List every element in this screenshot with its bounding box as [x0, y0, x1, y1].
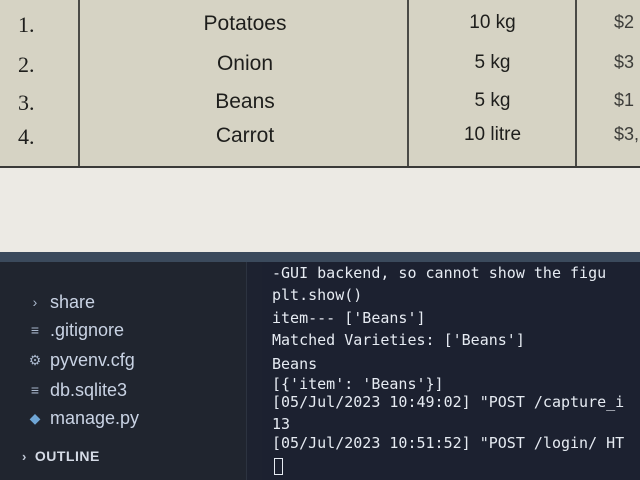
terminal-line: plt.show(): [272, 286, 363, 304]
item-price: $2: [614, 12, 635, 32]
terminal-line: item--- ['Beans']: [272, 309, 426, 327]
item-price: $1: [614, 90, 635, 110]
sidebar-item-label: share: [50, 291, 96, 312]
item-name: Potatoes: [203, 12, 287, 35]
sidebar-item-label: db.sqlite3: [50, 379, 128, 400]
document-photo: 1. Potatoes 10 kg $2 2. Onion 5 kg $3 3.…: [0, 0, 640, 252]
table-row: 3. Beans 5 kg $1: [0, 90, 640, 126]
table-row: 1. Potatoes 10 kg $2: [0, 12, 640, 48]
terminal-line: [05/Jul/2023 10:51:52] "POST /login/ HT: [272, 434, 625, 452]
item-quantity: 5 kg: [474, 52, 511, 73]
table-row: 2. Onion 5 kg $3: [0, 52, 640, 88]
terminal-line: -GUI backend, so cannot show the figu: [272, 264, 607, 282]
row-number: 3.: [18, 90, 35, 115]
item-quantity: 10 litre: [463, 124, 522, 145]
outline-label: OUTLINE: [34, 448, 100, 464]
sidebar-item-label: pyvenv.cfg: [50, 349, 135, 370]
sidebar-item-gitignore[interactable]: ≡ .gitignore: [28, 318, 124, 342]
outline-section-header[interactable]: › OUTLINE: [22, 448, 100, 464]
item-quantity: 10 kg: [469, 12, 516, 33]
row-number: 4.: [18, 124, 35, 149]
sidebar-item-share[interactable]: › share: [28, 290, 95, 314]
terminal-cursor: [274, 458, 283, 475]
row-number: 2.: [18, 52, 35, 77]
ide-top-border: [0, 252, 640, 262]
item-name: Carrot: [215, 124, 275, 147]
sidebar-item-pyvenv[interactable]: ⚙ pyvenv.cfg: [28, 348, 135, 372]
item-name: Beans: [215, 90, 275, 113]
terminal-line: Matched Varieties: ['Beans']: [272, 331, 525, 349]
item-price: $3: [614, 52, 635, 72]
table-row: 4. Carrot 10 litre $3,: [0, 124, 640, 160]
grocery-table: 1. Potatoes 10 kg $2 2. Onion 5 kg $3 3.…: [0, 0, 640, 168]
document-blank-area: [0, 168, 640, 252]
gear-icon: ⚙: [28, 351, 42, 368]
terminal-line: [{'item': 'Beans'}]: [272, 375, 444, 393]
explorer-sidebar: › share ≡ .gitignore ⚙ pyvenv.cfg ≡ db.s…: [0, 262, 247, 480]
item-name: Onion: [216, 52, 274, 75]
item-price: $3,: [614, 124, 640, 144]
chevron-right-icon: ›: [32, 294, 38, 310]
terminal-panel[interactable]: -GUI backend, so cannot show the figu pl…: [262, 262, 640, 480]
sidebar-item-manage-py[interactable]: ◆ manage.py: [28, 406, 139, 430]
terminal-line: [05/Jul/2023 10:49:02] "POST /capture_i: [272, 393, 625, 411]
lines-file-icon: ≡: [30, 322, 40, 338]
item-quantity: 5 kg: [474, 90, 511, 111]
python-icon: ◆: [29, 409, 41, 426]
sidebar-item-db-sqlite3[interactable]: ≡ db.sqlite3: [28, 378, 127, 402]
terminal-line: 13: [272, 415, 291, 433]
lines-file-icon: ≡: [30, 382, 40, 398]
sidebar-item-label: .gitignore: [50, 319, 125, 340]
terminal-line: Beans: [272, 355, 318, 373]
sidebar-item-label: manage.py: [50, 407, 140, 428]
row-number: 1.: [18, 12, 35, 37]
chevron-right-icon: ›: [22, 448, 27, 464]
ide-window: › share ≡ .gitignore ⚙ pyvenv.cfg ≡ db.s…: [0, 252, 640, 480]
